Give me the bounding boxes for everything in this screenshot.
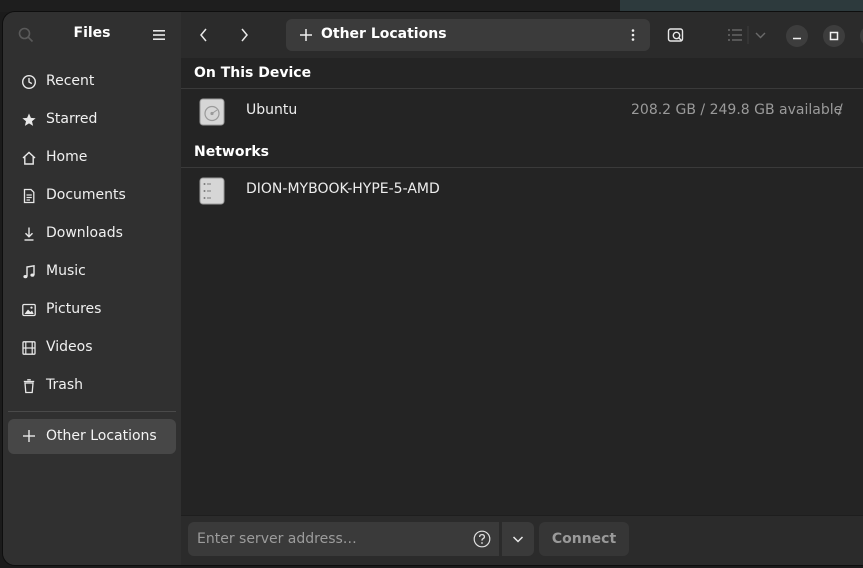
sidebar-item-trash[interactable]: Trash bbox=[3, 367, 181, 405]
sidebar: Files Recent Starred Home Documents Down… bbox=[3, 12, 181, 565]
view-options-dropdown-icon[interactable] bbox=[747, 26, 775, 44]
sidebar-item-label: Videos bbox=[46, 339, 93, 355]
sidebar-item-label: Home bbox=[46, 149, 88, 165]
hard-drive-icon bbox=[199, 98, 225, 126]
sidebar-item-label: Starred bbox=[46, 111, 98, 127]
list-item[interactable]: DION-MYBOOK-HYPE-5-AMD bbox=[181, 171, 863, 211]
desktop-background bbox=[0, 0, 620, 12]
list-item[interactable]: Ubuntu 208.2 GB / 249.8 GB available / bbox=[181, 92, 863, 132]
sidebar-item-recent[interactable]: Recent bbox=[3, 63, 181, 101]
server-address-input[interactable] bbox=[197, 528, 467, 550]
minimize-button[interactable] bbox=[786, 25, 808, 47]
sidebar-item-label: Documents bbox=[46, 187, 126, 203]
star-icon bbox=[22, 113, 36, 126]
connect-button[interactable]: Connect bbox=[539, 522, 629, 556]
sidebar-item-label: Other Locations bbox=[46, 428, 157, 444]
film-icon bbox=[22, 341, 36, 355]
sidebar-item-starred[interactable]: Starred bbox=[3, 101, 181, 139]
search-files-icon[interactable] bbox=[667, 26, 685, 44]
hamburger-menu-icon[interactable] bbox=[151, 27, 167, 43]
main-content: Other Locations On This Device Ubuntu 20… bbox=[181, 12, 863, 565]
server-address-field[interactable] bbox=[188, 522, 499, 556]
minimize-icon bbox=[793, 37, 801, 40]
list-view-icon[interactable] bbox=[726, 26, 744, 44]
sidebar-header: Files bbox=[3, 12, 181, 58]
home-icon bbox=[22, 151, 36, 165]
help-icon[interactable] bbox=[473, 530, 491, 548]
more-options-icon[interactable] bbox=[626, 27, 640, 43]
path-label: Other Locations bbox=[321, 26, 447, 42]
music-note-icon bbox=[23, 264, 35, 279]
device-name: Ubuntu bbox=[246, 102, 298, 118]
sidebar-item-home[interactable]: Home bbox=[3, 139, 181, 177]
sidebar-item-music[interactable]: Music bbox=[3, 253, 181, 291]
sidebar-item-documents[interactable]: Documents bbox=[3, 177, 181, 215]
back-button[interactable] bbox=[191, 23, 217, 47]
picture-icon bbox=[22, 303, 36, 317]
desktop-background-strip bbox=[620, 0, 863, 12]
sidebar-item-label: Pictures bbox=[46, 301, 102, 317]
maximize-button[interactable] bbox=[823, 25, 845, 47]
path-bar[interactable]: Other Locations bbox=[286, 19, 650, 51]
network-section-title: Networks bbox=[194, 144, 270, 160]
sidebar-item-label: Music bbox=[46, 263, 86, 279]
recent-servers-dropdown[interactable] bbox=[501, 522, 534, 556]
sidebar-item-label: Recent bbox=[46, 73, 95, 89]
sidebar-places-list: Recent Starred Home Documents Downloads … bbox=[3, 63, 181, 405]
network-server-icon bbox=[199, 177, 225, 205]
plus-icon bbox=[23, 430, 35, 442]
chevron-down-icon bbox=[512, 536, 524, 543]
device-available-space: 208.2 GB / 249.8 GB available bbox=[631, 102, 843, 118]
clock-icon bbox=[21, 74, 37, 90]
sidebar-item-other-locations[interactable]: Other Locations bbox=[8, 419, 176, 454]
section-divider bbox=[181, 167, 863, 168]
device-mount-point: / bbox=[838, 102, 843, 118]
sidebar-item-label: Trash bbox=[46, 377, 83, 393]
section-divider bbox=[181, 88, 863, 89]
document-icon bbox=[23, 188, 35, 204]
maximize-icon bbox=[829, 31, 839, 41]
download-icon bbox=[24, 227, 34, 241]
network-name: DION-MYBOOK-HYPE-5-AMD bbox=[246, 181, 440, 197]
forward-button[interactable] bbox=[231, 23, 257, 47]
files-window: Files Recent Starred Home Documents Down… bbox=[3, 12, 863, 565]
sidebar-item-label: Downloads bbox=[46, 225, 123, 241]
sidebar-divider bbox=[8, 411, 176, 412]
plus-icon bbox=[300, 29, 312, 41]
header-bar: Other Locations bbox=[181, 12, 863, 58]
device-section-title: On This Device bbox=[194, 65, 312, 81]
trash-icon bbox=[23, 379, 35, 394]
sidebar-item-videos[interactable]: Videos bbox=[3, 329, 181, 367]
connect-to-server-bar: Connect bbox=[181, 515, 863, 565]
sidebar-item-pictures[interactable]: Pictures bbox=[3, 291, 181, 329]
sidebar-item-downloads[interactable]: Downloads bbox=[3, 215, 181, 253]
